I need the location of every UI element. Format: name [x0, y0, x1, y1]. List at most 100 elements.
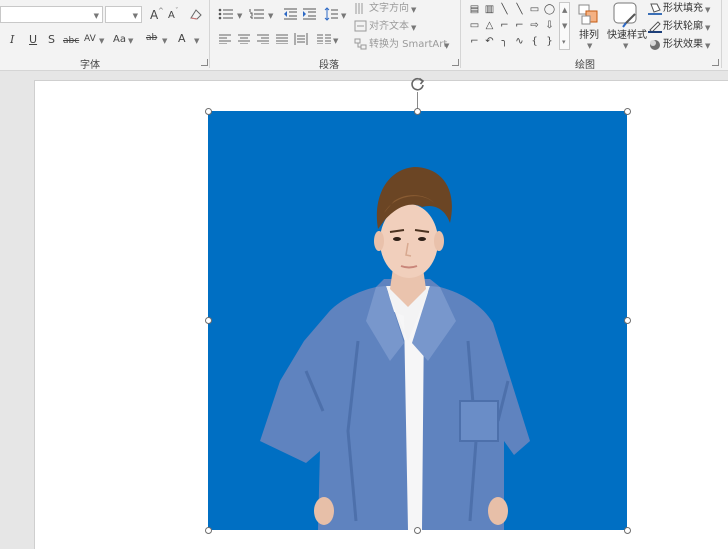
- font-dialog-launcher-icon[interactable]: [201, 59, 208, 66]
- shapes-gallery-scroll[interactable]: ▲ ▼ ▾: [559, 2, 570, 50]
- resize-handle-top-right[interactable]: [624, 108, 631, 115]
- shape-outline-dropdown-icon[interactable]: ▼: [705, 23, 710, 33]
- ribbon: ▼ ▼ A ^ A ˇ I U S abc AV ▼ Aa ▼ ab ▼ A ▼…: [0, 0, 728, 71]
- line-spacing-dropdown-icon[interactable]: ▼: [341, 11, 346, 21]
- shape-option[interactable]: ∿: [513, 36, 526, 48]
- align-left-icon[interactable]: [219, 34, 231, 47]
- smartart-icon[interactable]: [354, 38, 367, 53]
- shape-option[interactable]: ▥: [483, 4, 496, 16]
- text-direction-dropdown-icon[interactable]: ▼: [411, 5, 416, 15]
- align-text-icon[interactable]: [354, 20, 367, 35]
- bullets-dropdown-icon[interactable]: ▼: [237, 11, 242, 21]
- shape-option[interactable]: ▭: [528, 4, 541, 16]
- shape-fill-dropdown-icon[interactable]: ▼: [705, 5, 710, 15]
- shape-option[interactable]: {: [528, 36, 541, 48]
- shape-option[interactable]: ⌐: [513, 20, 526, 32]
- italic-button[interactable]: I: [10, 33, 14, 47]
- resize-handle-left[interactable]: [205, 317, 212, 324]
- shape-option[interactable]: △: [483, 20, 496, 32]
- shape-option[interactable]: ⌐: [498, 20, 511, 32]
- font-color-dropdown-icon[interactable]: ▼: [194, 36, 199, 46]
- text-shadow-button[interactable]: S: [48, 33, 55, 47]
- font-name-box[interactable]: ▼: [0, 6, 103, 23]
- shape-effects-dropdown-icon[interactable]: ▼: [705, 41, 710, 51]
- character-spacing-dropdown-icon[interactable]: ▼: [99, 36, 104, 46]
- shape-option[interactable]: ⇩: [543, 20, 556, 32]
- shape-option[interactable]: ↶: [483, 36, 496, 48]
- arrange-icon[interactable]: [578, 3, 600, 30]
- numbering-icon[interactable]: [249, 8, 265, 23]
- shape-option[interactable]: }: [543, 36, 556, 48]
- paragraph-dialog-launcher-icon[interactable]: [452, 59, 459, 66]
- align-text-dropdown-icon[interactable]: ▼: [411, 23, 416, 33]
- decrease-indent-icon[interactable]: [283, 8, 298, 23]
- resize-handle-right[interactable]: [624, 317, 631, 324]
- separator: [460, 0, 461, 68]
- drawing-dialog-launcher-icon[interactable]: [712, 59, 719, 66]
- drawing-group-label: 绘图: [575, 60, 595, 71]
- change-case-dropdown-icon[interactable]: ▼: [128, 36, 133, 46]
- shape-fill-button[interactable]: 形状填充: [663, 2, 703, 15]
- arrange-dropdown-icon[interactable]: ▼: [587, 41, 592, 51]
- shape-option[interactable]: ▤: [468, 4, 481, 16]
- shapes-gallery[interactable]: ▤ ▥ ╲ ╲ ▭ ◯ ▭ △ ⌐ ⌐ ⇨ ⇩ ⌐ ↶ ╮ ∿{}: [467, 2, 559, 50]
- underline-button[interactable]: U: [29, 33, 37, 47]
- separator: [209, 0, 210, 68]
- text-direction-button[interactable]: 文字方向: [369, 2, 409, 15]
- shape-option[interactable]: ▭: [468, 20, 481, 32]
- align-right-icon[interactable]: [257, 34, 269, 47]
- font-name-dropdown-icon[interactable]: ▼: [94, 11, 99, 21]
- font-color-button[interactable]: A: [178, 32, 186, 46]
- shape-option[interactable]: ◯: [543, 4, 556, 16]
- change-case-button[interactable]: Aa: [113, 33, 126, 47]
- align-center-icon[interactable]: [238, 34, 250, 47]
- resize-handle-top[interactable]: [414, 108, 421, 115]
- shape-option[interactable]: ⇨: [528, 20, 541, 32]
- highlight-dropdown-icon[interactable]: ▼: [162, 36, 167, 46]
- quick-styles-icon[interactable]: [613, 2, 639, 32]
- increase-indent-icon[interactable]: [302, 8, 317, 23]
- gallery-more-icon[interactable]: ▾: [562, 37, 566, 47]
- character-spacing-button[interactable]: AV: [84, 32, 96, 46]
- shape-effects-icon[interactable]: [648, 38, 662, 54]
- shape-outline-icon[interactable]: [648, 20, 662, 36]
- distributed-icon[interactable]: [294, 33, 308, 48]
- convert-smartart-button[interactable]: 转换为 SmartArt: [369, 38, 447, 51]
- gallery-down-icon[interactable]: ▼: [562, 21, 567, 31]
- smartart-dropdown-icon[interactable]: ▼: [444, 41, 449, 51]
- resize-handle-bottom-left[interactable]: [205, 527, 212, 534]
- bullets-icon[interactable]: [218, 8, 234, 23]
- highlight-button[interactable]: ab: [146, 31, 157, 45]
- text-direction-icon[interactable]: [354, 2, 367, 18]
- shape-option[interactable]: ⌐: [468, 36, 481, 48]
- selected-picture[interactable]: [208, 111, 627, 530]
- font-size-box[interactable]: ▼: [105, 6, 142, 23]
- shape-outline-button[interactable]: 形状轮廓: [663, 20, 703, 33]
- rotate-handle-icon[interactable]: [410, 76, 426, 92]
- columns-icon[interactable]: [317, 34, 331, 47]
- grow-font-button[interactable]: A: [150, 8, 158, 22]
- numbering-dropdown-icon[interactable]: ▼: [268, 11, 273, 21]
- shape-fill-icon[interactable]: [648, 2, 662, 18]
- clear-formatting-icon[interactable]: [189, 7, 203, 21]
- grow-font-arrow-icon: ^: [158, 7, 164, 15]
- shape-option[interactable]: ╮: [498, 36, 511, 48]
- justify-icon[interactable]: [276, 34, 288, 47]
- resize-handle-bottom-right[interactable]: [624, 527, 631, 534]
- shape-option[interactable]: ╲: [513, 4, 526, 16]
- separator: [721, 0, 722, 68]
- font-size-dropdown-icon[interactable]: ▼: [133, 11, 138, 21]
- shrink-font-arrow-icon: ˇ: [175, 7, 179, 15]
- quick-styles-dropdown-icon[interactable]: ▼: [623, 41, 628, 51]
- resize-handle-bottom[interactable]: [414, 527, 421, 534]
- shrink-font-button[interactable]: A: [168, 9, 175, 23]
- shape-effects-button[interactable]: 形状效果: [663, 38, 703, 51]
- strikethrough-button[interactable]: abc: [63, 34, 79, 48]
- font-group-label: 字体: [80, 60, 100, 71]
- resize-handle-top-left[interactable]: [205, 108, 212, 115]
- shape-option[interactable]: ╲: [498, 4, 511, 16]
- align-text-button[interactable]: 对齐文本: [369, 20, 409, 33]
- line-spacing-icon[interactable]: [324, 7, 339, 24]
- columns-dropdown-icon[interactable]: ▼: [333, 36, 338, 46]
- gallery-up-icon[interactable]: ▲: [562, 5, 567, 15]
